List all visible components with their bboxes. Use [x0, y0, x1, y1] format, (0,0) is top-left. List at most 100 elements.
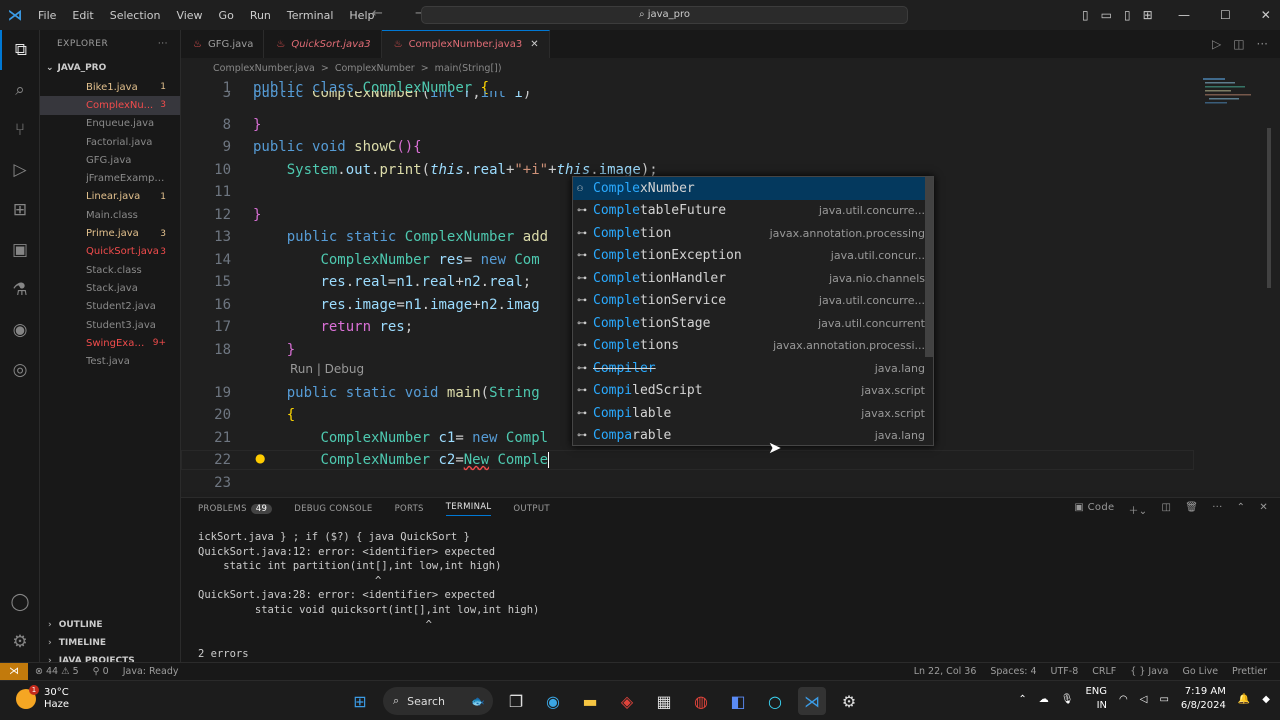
- tab-terminal[interactable]: TERMINAL: [445, 502, 492, 516]
- file-item[interactable]: Factorial.java: [40, 133, 180, 151]
- remote-explorer-icon[interactable]: ▣: [0, 230, 40, 270]
- suggestion-item[interactable]: ⊶ CompiledScript javax.script: [573, 380, 933, 403]
- tab-complexnumber-java[interactable]: ♨ ComplexNumber.java 3 ✕: [381, 30, 550, 58]
- new-terminal-icon[interactable]: ＋⌄: [1128, 502, 1147, 517]
- toggle-secondary-icon[interactable]: ▯: [1124, 8, 1131, 22]
- status-item[interactable]: Prettier: [1225, 666, 1274, 677]
- vscode-taskbar-icon[interactable]: ⋊: [798, 687, 826, 715]
- status-item[interactable]: UTF-8: [1044, 666, 1086, 677]
- status-problems[interactable]: ⊗ 44 ⚠ 5: [28, 666, 86, 677]
- onedrive-icon[interactable]: ☁: [1039, 694, 1049, 705]
- breadcrumb-item[interactable]: ComplexNumber.java: [213, 63, 315, 74]
- status-ports[interactable]: ⚲ 0: [86, 666, 116, 677]
- search-icon[interactable]: ⌕: [0, 70, 40, 110]
- status-item[interactable]: Spaces: 4: [983, 666, 1043, 677]
- file-item[interactable]: QuickSort.java 3: [40, 243, 180, 261]
- file-explorer-icon[interactable]: ▬: [576, 687, 604, 715]
- status-item[interactable]: { } Java: [1123, 666, 1175, 677]
- file-item[interactable]: Stack.java: [40, 279, 180, 297]
- windows-start-icon[interactable]: ⊞: [346, 687, 374, 715]
- taskbar-search[interactable]: ⌕ Search 🐟: [383, 687, 493, 715]
- store-icon[interactable]: ▦: [650, 687, 678, 715]
- run-icon[interactable]: ▷: [1212, 37, 1221, 51]
- close-tab-icon[interactable]: ✕: [530, 39, 538, 50]
- language-indicator[interactable]: ENG IN: [1085, 685, 1107, 713]
- tab-problems[interactable]: PROBLEMS 49: [198, 504, 273, 514]
- remote-indicator-icon[interactable]: ⋊: [0, 662, 28, 681]
- status-item[interactable]: Go Live: [1175, 666, 1225, 677]
- file-item[interactable]: Test.java: [40, 352, 180, 370]
- maximize-panel-icon[interactable]: ⌃: [1237, 502, 1246, 517]
- wifi-icon[interactable]: ◠: [1119, 694, 1128, 705]
- live-share-icon[interactable]: ◎: [0, 350, 40, 390]
- suggestion-item[interactable]: ⊶ CompletionHandler java.nio.channels: [573, 267, 933, 290]
- terminal-output[interactable]: ickSort.java } ; if ($?) { java QuickSor…: [198, 530, 539, 676]
- more-actions-icon[interactable]: ···: [158, 39, 168, 49]
- cortana-icon[interactable]: ○: [761, 687, 789, 715]
- breadcrumb-item[interactable]: ComplexNumber: [335, 63, 415, 74]
- tab-ports[interactable]: PORTS: [395, 504, 424, 514]
- file-item[interactable]: Bike1.java 1: [40, 78, 180, 96]
- settings-gear-icon[interactable]: ⚙: [0, 622, 40, 662]
- file-item[interactable]: Student3.java: [40, 316, 180, 334]
- mcafee-icon[interactable]: ◈: [613, 687, 641, 715]
- suggestion-item[interactable]: ⊶ Compiler java.lang: [573, 357, 933, 380]
- kill-terminal-icon[interactable]: 🗑: [1185, 502, 1198, 517]
- status-java[interactable]: Java: Ready: [116, 666, 186, 677]
- section-timeline[interactable]: › TIMELINE: [40, 634, 106, 652]
- file-item[interactable]: Stack.class: [40, 261, 180, 279]
- tab-debug-console[interactable]: DEBUG CONSOLE: [294, 504, 372, 514]
- notification-icon[interactable]: 🔔: [1238, 694, 1250, 705]
- file-item[interactable]: Main.class: [40, 206, 180, 224]
- folder-java-pro[interactable]: ⌄ JAVA_PRO: [40, 58, 180, 78]
- suggestion-item[interactable]: ⊶ Completions javax.annotation.processi...: [573, 335, 933, 358]
- menu-view[interactable]: View: [168, 9, 210, 22]
- teams-icon[interactable]: ◧: [724, 687, 752, 715]
- tab-output[interactable]: OUTPUT: [513, 504, 549, 514]
- panel-more-icon[interactable]: ···: [1212, 502, 1222, 517]
- copilot-icon[interactable]: ◆: [1262, 694, 1270, 705]
- tab-quicksort-java[interactable]: ♨ QuickSort.java 3: [264, 30, 382, 58]
- task-view-icon[interactable]: ❐: [502, 687, 530, 715]
- file-item[interactable]: GFG.java: [40, 151, 180, 169]
- split-editor-icon[interactable]: ◫: [1233, 37, 1244, 51]
- microphone-icon[interactable]: 🎙: [1061, 694, 1074, 705]
- terminal-profile[interactable]: ▣ Code: [1074, 502, 1114, 517]
- tab-gfg-java[interactable]: ♨ GFG.java: [181, 30, 265, 58]
- explorer-icon[interactable]: ⧉: [0, 30, 40, 70]
- more-icon[interactable]: ···: [1257, 37, 1268, 51]
- menu-file[interactable]: File: [30, 9, 64, 22]
- edge-browser-icon[interactable]: ◉: [539, 687, 567, 715]
- volume-icon[interactable]: ◁: [1140, 694, 1148, 705]
- settings-taskbar-icon[interactable]: ⚙: [835, 687, 863, 715]
- battery-icon[interactable]: ▭: [1159, 694, 1168, 705]
- menu-selection[interactable]: Selection: [102, 9, 169, 22]
- section-outline[interactable]: › OUTLINE: [40, 616, 103, 634]
- status-item[interactable]: Ln 22, Col 36: [907, 666, 984, 677]
- suggestion-item[interactable]: ⚇ ComplexNumber: [573, 177, 933, 200]
- suggestion-item[interactable]: ⊶ CompletionStage java.util.concurrent: [573, 312, 933, 335]
- run-debug-icon[interactable]: ▷: [0, 150, 40, 190]
- close-panel-icon[interactable]: ✕: [1259, 502, 1268, 517]
- file-item[interactable]: Linear.java 1: [40, 188, 180, 206]
- customize-layout-icon[interactable]: ⊞: [1143, 8, 1153, 22]
- file-item[interactable]: jFrameExample.java: [40, 169, 180, 187]
- suggest-scrollbar[interactable]: [925, 177, 933, 357]
- menu-terminal[interactable]: Terminal: [279, 9, 342, 22]
- lightbulb-icon[interactable]: ●: [255, 451, 267, 465]
- extensions-icon[interactable]: ⊞: [0, 190, 40, 230]
- close-window-icon[interactable]: ✕: [1261, 8, 1271, 22]
- github-icon[interactable]: ◉: [0, 310, 40, 350]
- maximize-icon[interactable]: ☐: [1220, 8, 1231, 22]
- source-control-icon[interactable]: ⑂: [0, 110, 40, 150]
- tray-chevron-icon[interactable]: ⌃: [1018, 694, 1026, 705]
- suggestion-item[interactable]: ⊶ CompletableFuture java.util.concurre...: [573, 200, 933, 223]
- testing-icon[interactable]: ⚗: [0, 270, 40, 310]
- chrome-icon[interactable]: ◍: [687, 687, 715, 715]
- menu-go[interactable]: Go: [211, 9, 242, 22]
- file-item[interactable]: Student2.java: [40, 298, 180, 316]
- toggle-panel-icon[interactable]: ▭: [1101, 8, 1112, 22]
- command-center-search[interactable]: ⌕ java_pro: [421, 6, 908, 24]
- clock[interactable]: 7:19 AM 6/8/2024: [1181, 685, 1226, 713]
- file-item[interactable]: SwingExam... 9+: [40, 334, 180, 352]
